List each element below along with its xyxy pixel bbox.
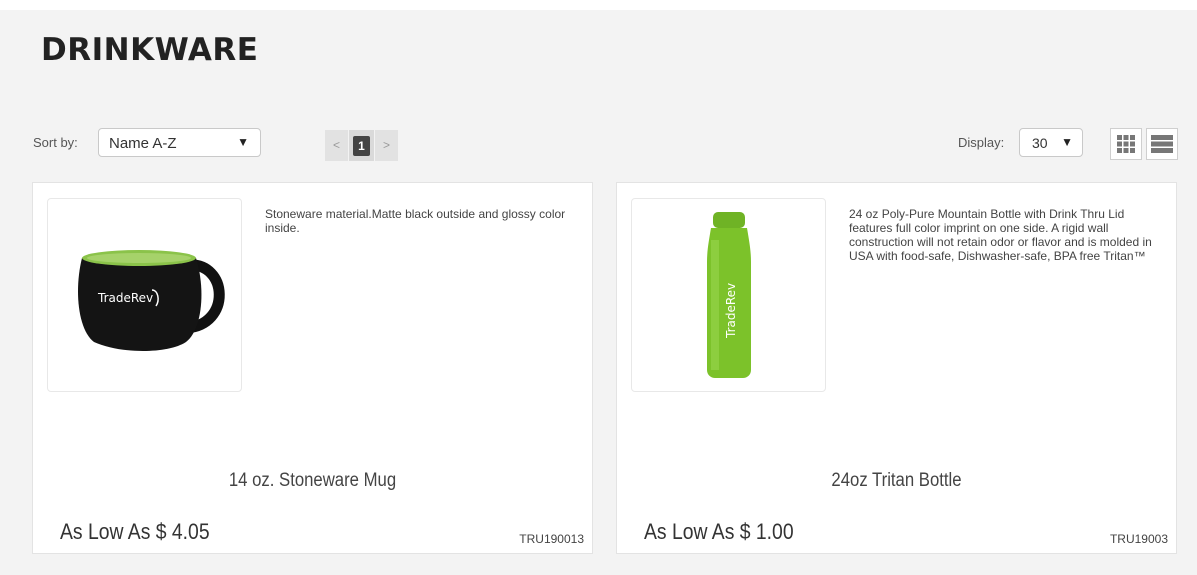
- page-1-button[interactable]: 1: [349, 130, 374, 161]
- prev-page-button[interactable]: <: [325, 130, 348, 161]
- product-card[interactable]: TradeRev Stoneware material.Matte black …: [32, 182, 593, 554]
- product-name[interactable]: 24oz Tritan Bottle: [651, 470, 1143, 492]
- product-sku: TRU19003: [1109, 532, 1168, 546]
- display-selected-value: 30: [1032, 135, 1048, 151]
- sort-label: Sort by:: [33, 135, 78, 150]
- caret-down-icon: ▼: [1061, 135, 1073, 149]
- sort-select[interactable]: Name A-Z ▼: [98, 128, 261, 157]
- brand-logo: TradeRev: [97, 291, 153, 305]
- product-description: 24 oz Poly-Pure Mountain Bottle with Dri…: [849, 207, 1152, 263]
- product-sku: TRU190013: [519, 532, 584, 546]
- caret-down-icon: ▼: [237, 135, 249, 149]
- product-price: As Low As $ 1.00: [644, 519, 794, 544]
- next-page-button[interactable]: >: [375, 130, 398, 161]
- category-page: DRINKWARE Sort by: Name A-Z ▼ < 1 > Disp…: [0, 10, 1197, 575]
- product-description: Stoneware material.Matte black outside a…: [265, 207, 566, 235]
- mug-image: TradeRev: [77, 250, 225, 351]
- sort-selected-value: Name A-Z: [109, 135, 177, 152]
- listing-toolbar: Sort by: Name A-Z ▼ < 1 > Display: 30 ▼: [0, 118, 1197, 161]
- list-icon: [1151, 135, 1173, 153]
- product-card[interactable]: TradeRev 24 oz Poly-Pure Mountain Bottle…: [616, 182, 1177, 554]
- page-title: DRINKWARE: [41, 32, 259, 68]
- brand-logo: TradeRev: [724, 283, 738, 339]
- list-view-button[interactable]: [1146, 128, 1178, 160]
- grid-icon: [1117, 135, 1135, 153]
- display-label: Display:: [958, 135, 1005, 150]
- bottle-image: TradeRev: [706, 212, 751, 378]
- display-count-select[interactable]: 30 ▼: [1019, 128, 1083, 157]
- product-price: As Low As $ 4.05: [60, 519, 210, 544]
- pagination: < 1 >: [325, 130, 399, 161]
- current-page-number: 1: [353, 135, 370, 156]
- product-image[interactable]: TradeRev: [631, 198, 826, 392]
- product-image[interactable]: TradeRev: [47, 198, 242, 392]
- grid-view-button[interactable]: [1110, 128, 1142, 160]
- product-name[interactable]: 14 oz. Stoneware Mug: [67, 470, 559, 492]
